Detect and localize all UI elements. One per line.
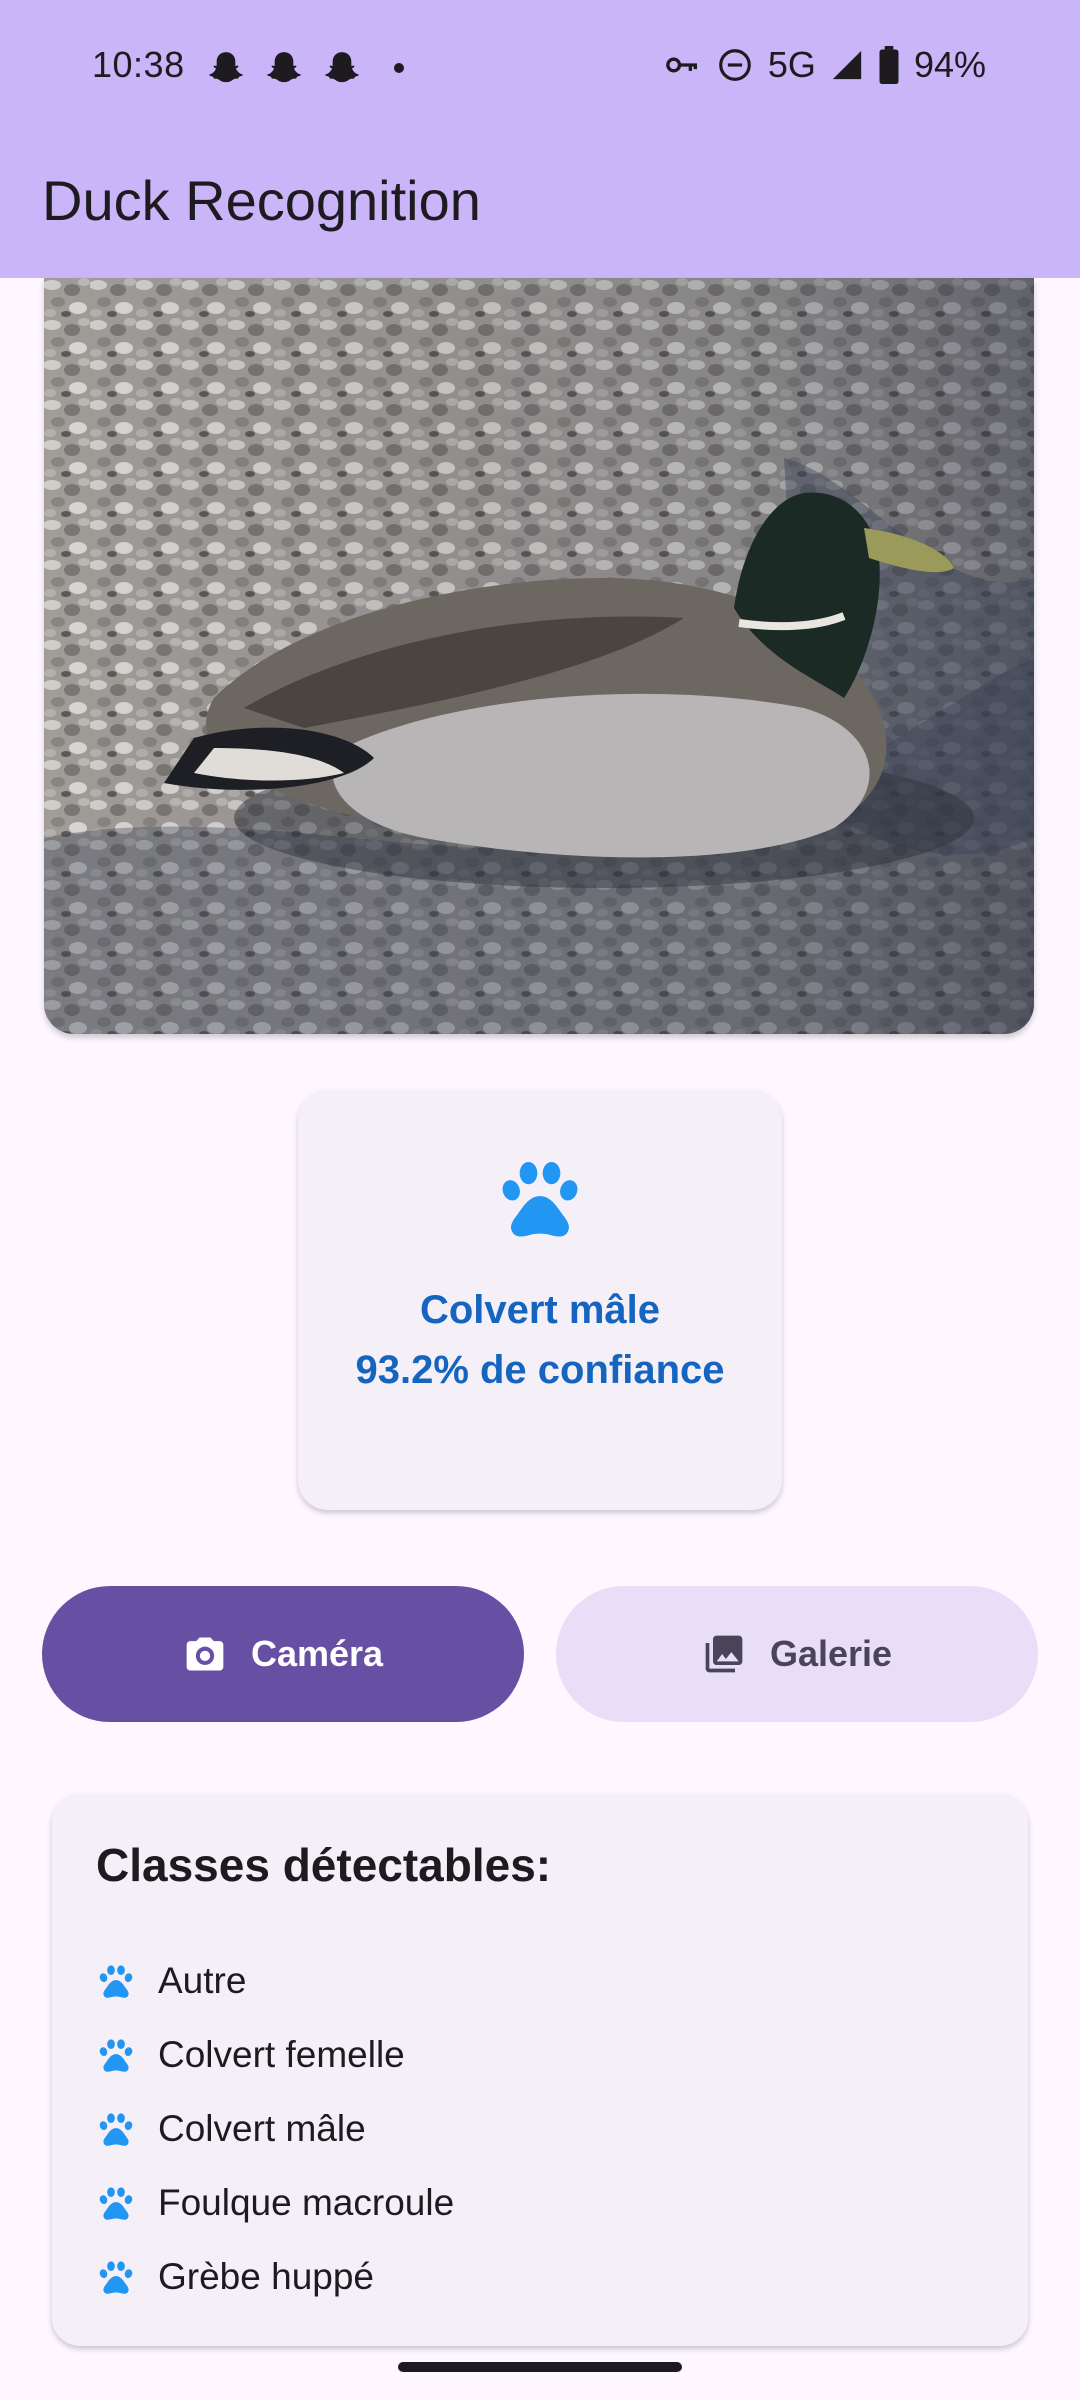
vpn-key-icon [666, 57, 697, 73]
class-label: Autre [158, 1960, 247, 2001]
snapchat-icon [206, 48, 246, 88]
status-time: 10:38 [92, 44, 185, 85]
home-indicator[interactable] [398, 2362, 682, 2372]
duck-photo [44, 278, 1034, 1034]
camera-button-label: Caméra [250, 1633, 384, 1674]
list-item: Autre [96, 1944, 454, 2018]
gallery-icon [705, 1635, 743, 1673]
snapchat-icon [322, 48, 362, 88]
list-item: Grèbe huppé [96, 2240, 454, 2314]
network-label: 5G [767, 44, 816, 85]
more-dot-icon [394, 63, 404, 73]
camera-button[interactable]: Caméra [42, 1586, 524, 1722]
app-bar: 10:38 5G 94% Duck Recognition [0, 0, 1080, 278]
paw-icon [96, 1961, 136, 2001]
paw-icon [96, 2035, 136, 2075]
app-title: Duck Recognition [42, 169, 481, 232]
prediction-card: Colvert mâle 93.2% de confiance [298, 1090, 782, 1510]
class-list: Autre Colvert femelle Colvert mâle Foulq… [96, 1944, 454, 2314]
prediction-result: Colvert mâle 93.2% de confiance [298, 1280, 782, 1400]
class-label: Colvert femelle [158, 2034, 405, 2075]
class-label: Foulque macroule [158, 2182, 455, 2223]
snapchat-icon [264, 48, 304, 88]
list-item: Foulque macroule [96, 2166, 454, 2240]
paw-icon [96, 2183, 136, 2223]
paw-icon [494, 1152, 586, 1244]
signal-icon [832, 50, 862, 80]
prediction-confidence: 93.2% de confiance [355, 1348, 725, 1392]
do-not-disturb-icon [719, 49, 751, 81]
prediction-label: Colvert mâle [419, 1288, 661, 1332]
battery-percent: 94% [913, 44, 986, 85]
gallery-button[interactable]: Galerie [556, 1586, 1038, 1722]
classes-card: Classes détectables: Autre Colvert femel… [52, 1794, 1028, 2346]
classes-title: Classes détectables: [96, 1839, 552, 1891]
duck-image [44, 278, 1034, 1034]
class-label: Colvert mâle [158, 2108, 366, 2149]
gallery-button-label: Galerie [769, 1633, 893, 1674]
status-right: 5G 94% [662, 44, 986, 86]
battery-icon [879, 46, 899, 84]
paw-icon [96, 2109, 136, 2149]
list-item: Colvert mâle [96, 2092, 454, 2166]
paw-icon [96, 2257, 136, 2297]
class-label: Grèbe huppé [158, 2256, 375, 2297]
list-item: Colvert femelle [96, 2018, 454, 2092]
notification-icons [206, 48, 404, 88]
status-bar: 10:38 5G 94% [0, 0, 1080, 134]
camera-icon [186, 1637, 224, 1671]
